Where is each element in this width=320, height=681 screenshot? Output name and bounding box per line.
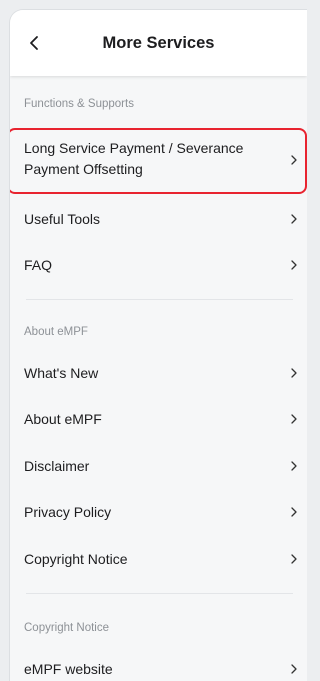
section-label-copyright: Copyright Notice [24, 622, 110, 634]
chevron-right-icon [291, 414, 297, 424]
menu-item-label: What's New [24, 365, 99, 381]
menu-item-privacy-policy[interactable]: Privacy Policy [10, 491, 307, 535]
services-list: Functions & Supports Long Service Paymen… [10, 76, 307, 681]
chevron-right-icon [291, 368, 297, 378]
section-label-about: About eMPF [24, 326, 88, 338]
menu-item-useful-tools[interactable]: Useful Tools [10, 198, 307, 242]
menu-item-label: Disclaimer [24, 458, 90, 474]
menu-item-label: Useful Tools [24, 211, 101, 227]
header-bar: More Services [10, 10, 307, 76]
chevron-right-icon [291, 554, 297, 564]
page-title: More Services [102, 34, 215, 52]
menu-item-about-empf[interactable]: About eMPF [10, 398, 307, 442]
more-services-screen: More Services Functions & Supports Long … [9, 9, 307, 681]
section-divider [26, 593, 293, 594]
chevron-right-icon [291, 664, 297, 674]
menu-item-label: Copyright Notice [24, 551, 128, 567]
chevron-right-icon [291, 461, 297, 471]
section-label-functions: Functions & Supports [24, 98, 134, 110]
chevron-right-icon [291, 214, 297, 224]
menu-item-disclaimer[interactable]: Disclaimer [10, 445, 307, 489]
menu-item-faq[interactable]: FAQ [10, 244, 307, 288]
menu-item-label: About eMPF [24, 411, 102, 427]
menu-item-label: FAQ [24, 257, 53, 273]
chevron-right-icon [291, 507, 297, 517]
menu-item-label: Privacy Policy [24, 504, 112, 520]
menu-item-label: eMPF website [24, 661, 113, 677]
highlight-outline [10, 128, 307, 194]
chevron-right-icon [291, 260, 297, 270]
section-divider [26, 299, 293, 300]
menu-item-copyright-notice[interactable]: Copyright Notice [10, 538, 307, 582]
menu-item-empf-website[interactable]: eMPF website [10, 648, 307, 681]
menu-item-whats-new[interactable]: What's New [10, 352, 307, 396]
